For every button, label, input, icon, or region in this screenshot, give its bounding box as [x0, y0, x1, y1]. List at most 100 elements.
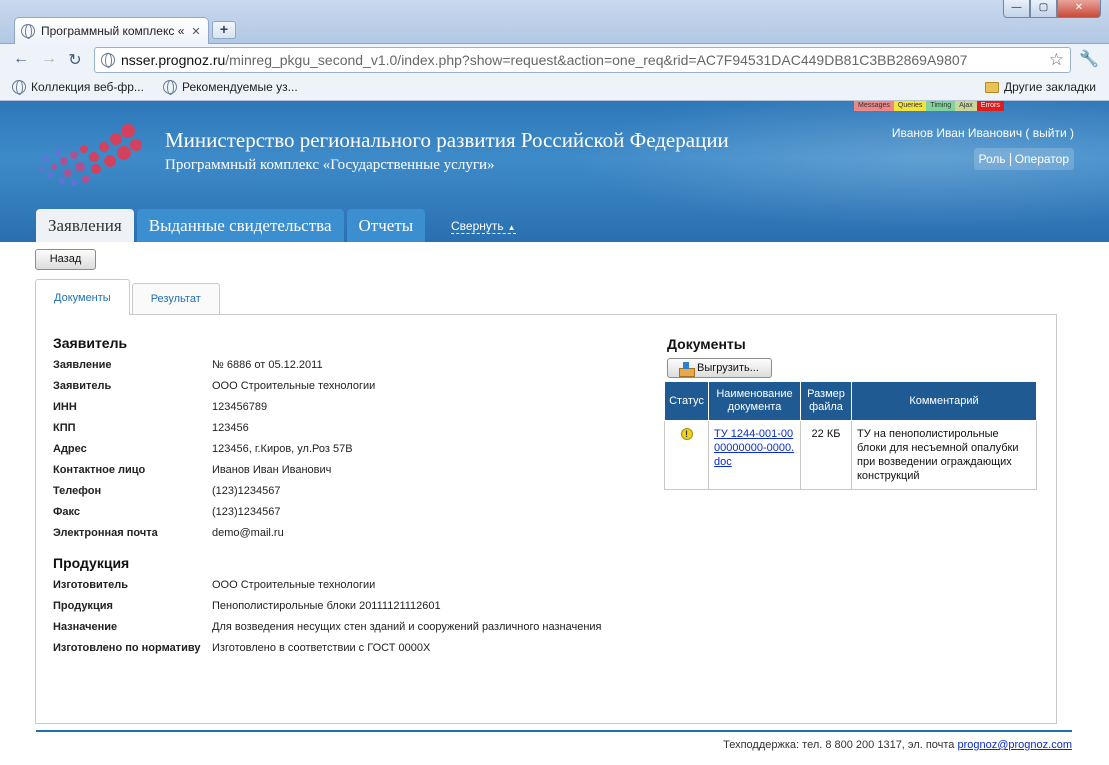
address-bar[interactable]: nsser.prognoz.ru/minreg_pkgu_second_v1.0…: [94, 47, 1071, 73]
close-icon[interactable]: ✕: [190, 25, 202, 38]
tab-result[interactable]: Результат: [131, 283, 220, 314]
folder-icon: [985, 81, 999, 93]
detail-label: Заявление: [53, 359, 112, 371]
panel-tabs: Документы Результат: [35, 279, 220, 315]
detail-value: Пенополистирольные блоки 20111121112601: [212, 600, 441, 612]
detail-value: Иванов Иван Иванович: [212, 464, 332, 476]
download-icon: [679, 361, 695, 377]
url-text: nsser.prognoz.ru/minreg_pkgu_second_v1.0…: [121, 52, 968, 68]
wrench-icon[interactable]: 🔧: [1079, 49, 1099, 69]
back-arrow-icon[interactable]: ←: [10, 50, 32, 68]
bookmark-star-icon[interactable]: ☆: [1049, 50, 1064, 70]
detail-label: Изготовлено по нормативу: [53, 642, 201, 654]
globe-icon: [12, 80, 26, 95]
detail-row: Продукция Пенополистирольные блоки 201111…: [53, 600, 441, 612]
detail-row: Адрес 123456, г.Киров, ул.Роз 57В: [53, 443, 353, 455]
detail-value: 123456789: [212, 401, 268, 413]
tab-title: Программный комплекс «: [41, 24, 184, 38]
sub-toolbar: [0, 242, 1109, 272]
detail-label: Изготовитель: [53, 579, 128, 591]
globe-icon: [101, 53, 115, 68]
detail-label: Телефон: [53, 485, 102, 497]
detail-value: (123)1234567: [212, 506, 281, 518]
detail-label: Назначение: [53, 621, 118, 633]
detail-row: Назначение Для возведения несущих стен зд…: [53, 621, 602, 633]
divider: [1009, 152, 1011, 166]
debug-queries[interactable]: Queries: [893, 101, 927, 111]
other-bookmarks[interactable]: Другие закладки: [985, 80, 1096, 94]
detail-label: Адрес: [53, 443, 87, 455]
detail-label: Контактное лицо: [53, 464, 146, 476]
detail-value: (123)1234567: [212, 485, 281, 497]
detail-row: Заявитель ООО Строительные технологии: [53, 380, 375, 392]
tab-applications[interactable]: Заявления: [36, 209, 134, 242]
detail-row: Факс (123)1234567: [53, 506, 281, 518]
detail-value: Изготовлено в соответствии с ГОСТ 0000Х: [212, 642, 431, 654]
debug-bar: Messages Queries Timing Ajax Errors: [854, 101, 1004, 111]
column-header: Комментарий: [851, 381, 1037, 421]
document-link[interactable]: ТУ 1244-001-0000000000-0000.doc: [714, 428, 794, 468]
site-header: Messages Queries Timing Ajax Errors Мини…: [0, 101, 1109, 242]
detail-row: Контактное лицо Иванов Иван Иванович: [53, 464, 331, 476]
table-row: ! ТУ 1244-001-0000000000-0000.doc 22 КБ …: [664, 420, 1037, 490]
minimize-button[interactable]: —: [1003, 0, 1030, 18]
detail-label: Факс: [53, 506, 80, 518]
detail-label: КПП: [53, 422, 76, 434]
reload-icon[interactable]: ↻: [64, 50, 86, 70]
browser-toolbar: ← → ↻ nsser.prognoz.ru/minreg_pkgu_secon…: [0, 44, 1109, 75]
detail-value: 123456: [212, 422, 249, 434]
detail-value: № 6886 от 05.12.2011: [212, 359, 323, 371]
status-cell: !: [664, 420, 709, 490]
content-panel: [35, 314, 1057, 724]
collapse-toggle[interactable]: Свернуть ▲: [451, 219, 516, 234]
file-size-cell: 22 КБ: [800, 420, 852, 490]
export-button[interactable]: Выгрузить...: [667, 358, 772, 378]
globe-icon: [21, 24, 35, 39]
detail-value: Для возведения несущих стен зданий и соо…: [212, 621, 602, 633]
warning-icon: !: [680, 428, 693, 440]
tab-reports[interactable]: Отчеты: [346, 209, 426, 242]
new-tab-button[interactable]: +: [212, 21, 236, 39]
detail-value: ООО Строительные технологии: [212, 380, 376, 392]
detail-value: 123456, г.Киров, ул.Роз 57В: [212, 443, 353, 455]
bookmark-item[interactable]: Коллекция веб-фр...: [12, 80, 144, 95]
detail-value: demo@mail.ru: [212, 527, 284, 539]
role-selector[interactable]: Роль Оператор: [973, 148, 1074, 170]
window-close-button[interactable]: ✕: [1057, 0, 1101, 18]
debug-messages[interactable]: Messages: [854, 101, 894, 111]
forward-arrow-icon[interactable]: →: [38, 50, 60, 68]
footer-support: Техподдержка: тел. 8 800 200 1317, эл. п…: [723, 739, 1072, 751]
program-title: Программный комплекс «Государственные ус…: [165, 157, 495, 173]
column-header: Наименование документа: [708, 381, 801, 421]
debug-timing[interactable]: Timing: [926, 101, 956, 111]
detail-row: Телефон (123)1234567: [53, 485, 281, 497]
applicant-section-title: Заявитель: [53, 335, 128, 351]
back-button[interactable]: Назад: [35, 249, 96, 270]
column-header: Статус: [664, 381, 709, 421]
ministry-logo: [39, 124, 142, 186]
tab-certificates[interactable]: Выданные свидетельства: [136, 209, 344, 242]
detail-label: Заявитель: [53, 380, 112, 392]
ministry-title: Министерство регионального развития Росс…: [165, 128, 729, 152]
globe-icon: [163, 80, 177, 95]
maximize-button[interactable]: ▢: [1030, 0, 1057, 18]
window-controls: — ▢ ✕: [1003, 0, 1101, 18]
detail-row: Изготовитель ООО Строительные технологии: [53, 579, 375, 591]
debug-errors[interactable]: Errors: [976, 101, 1004, 111]
documents-title: Документы: [667, 336, 746, 352]
comment-cell: ТУ на пенополистирольные блоки для несъе…: [851, 420, 1037, 490]
detail-label: Электронная почта: [53, 527, 158, 539]
browser-tab[interactable]: Программный комплекс « ✕: [14, 17, 209, 44]
user-info[interactable]: Иванов Иван Иванович ( выйти ): [892, 126, 1074, 140]
bookmark-item[interactable]: Рекомендуемые уз...: [163, 80, 298, 95]
document-name-cell: ТУ 1244-001-0000000000-0000.doc: [708, 420, 801, 490]
support-email-link[interactable]: prognoz@prognoz.com: [957, 739, 1072, 751]
detail-row: Изготовлено по нормативу Изготовлено в со…: [53, 642, 430, 654]
main-nav: Заявления Выданные свидетельства Отчеты: [36, 209, 426, 242]
tab-documents[interactable]: Документы: [35, 279, 130, 315]
product-section-title: Продукция: [53, 555, 130, 571]
debug-ajax[interactable]: Ajax: [955, 101, 977, 111]
detail-row: Электронная почта demo@mail.ru: [53, 527, 284, 539]
column-header: Размер файла: [800, 381, 852, 421]
documents-table: Статус Наименование документа Размер фай…: [664, 381, 1037, 490]
